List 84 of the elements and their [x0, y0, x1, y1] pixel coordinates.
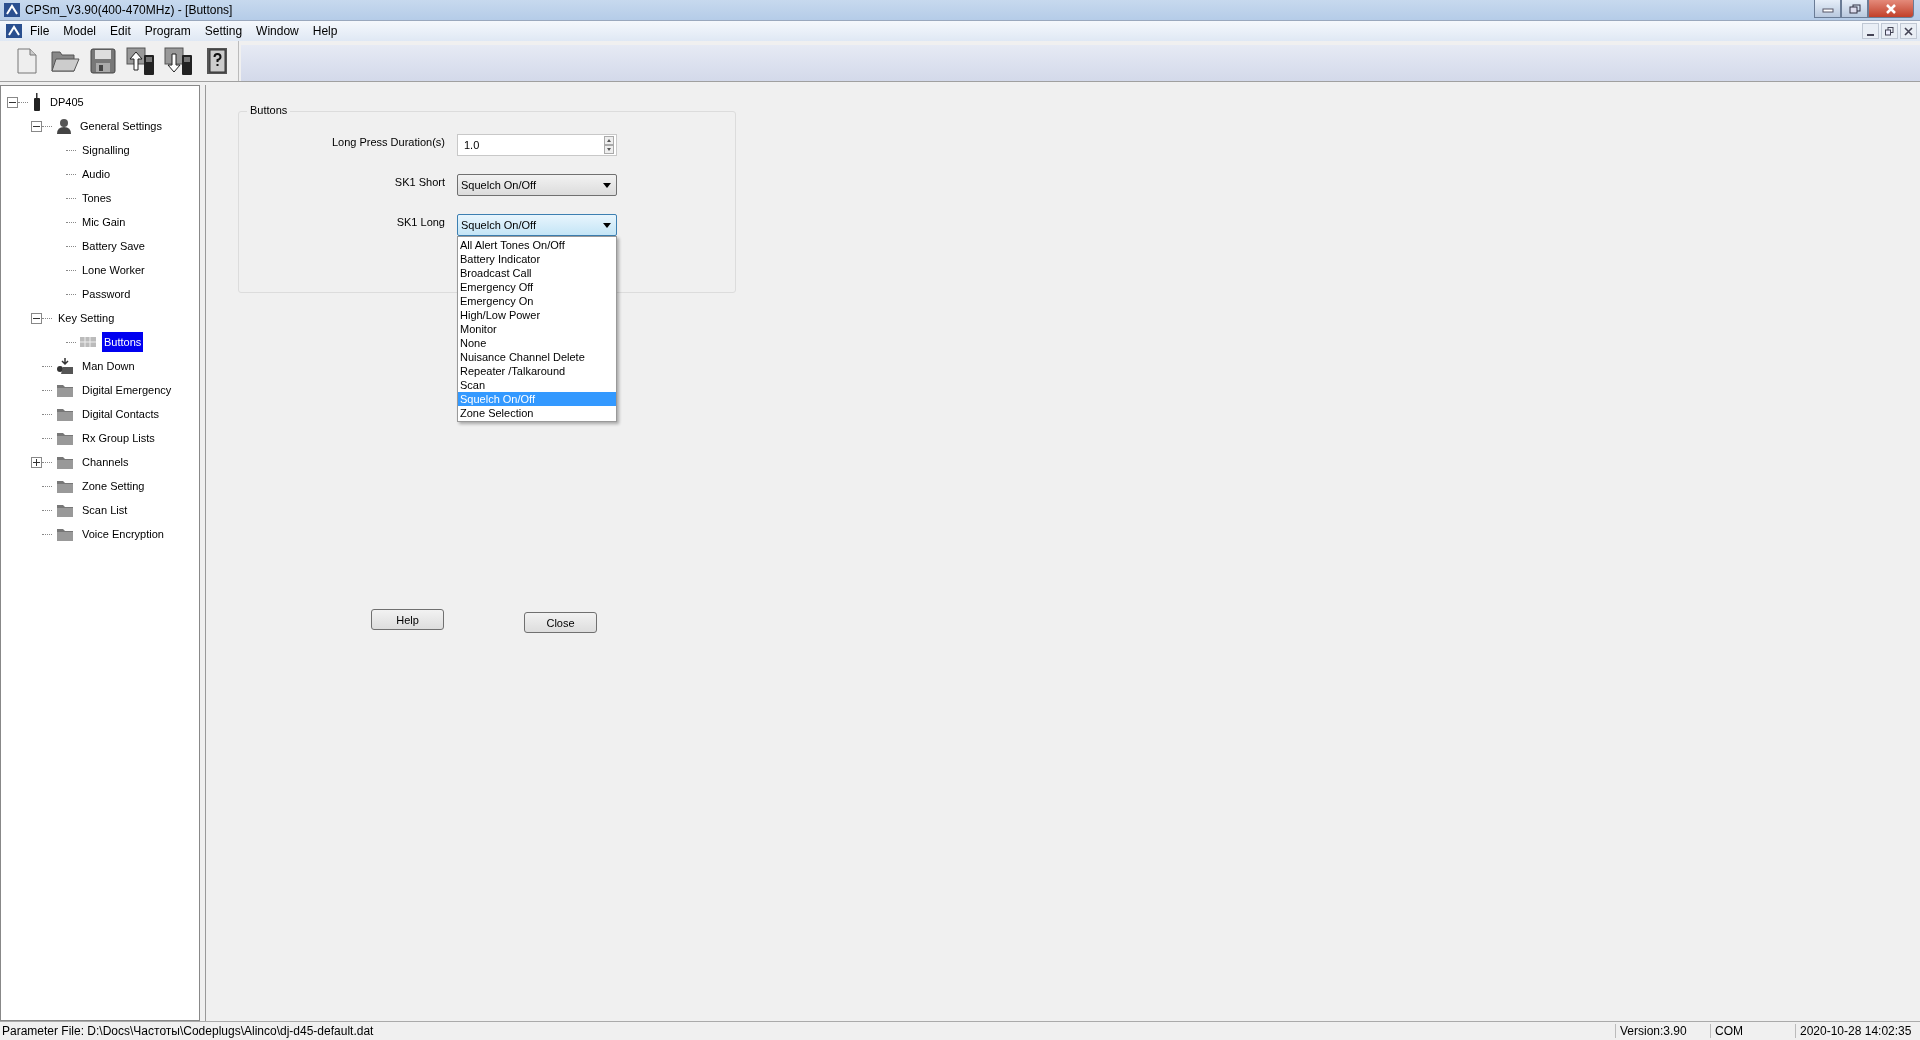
folder-icon	[56, 407, 74, 421]
folder-icon	[56, 455, 74, 469]
close-button[interactable]	[1900, 23, 1917, 39]
tree-item[interactable]: Battery Save	[80, 238, 147, 254]
window-title: CPSm_V3.90(400-470MHz) - [Buttons]	[25, 3, 233, 17]
person-down-icon	[56, 358, 74, 374]
minimize-button[interactable]	[1862, 23, 1879, 39]
app-icon	[6, 24, 22, 38]
spinner-arrows-icon[interactable]	[604, 136, 614, 154]
tree-item[interactable]: Man Down	[80, 358, 137, 374]
restore-button[interactable]	[1841, 0, 1868, 18]
folder-icon	[56, 383, 74, 397]
menu-item[interactable]: Model	[55, 24, 103, 38]
minimize-button[interactable]	[1814, 0, 1841, 18]
tree-item[interactable]: Password	[80, 286, 133, 302]
group-title: Buttons	[247, 104, 291, 116]
menu-item[interactable]: Help	[304, 24, 344, 38]
restore-icon	[1885, 26, 1894, 36]
dropdown-option[interactable]: Repeater /Talkaround	[458, 364, 616, 378]
caret-icon	[603, 182, 611, 188]
close-button[interactable]	[1868, 0, 1914, 18]
close-icon	[1885, 3, 1897, 14]
number-spinner[interactable]: 1.0	[457, 134, 617, 156]
tree-item[interactable]: Buttons	[102, 332, 144, 352]
status-text: COM	[1710, 1024, 1795, 1038]
menu-item[interactable]: File	[22, 24, 56, 38]
folder-icon	[56, 527, 74, 541]
dropdown-option[interactable]: Monitor	[458, 322, 616, 336]
dialog-button[interactable]: Help	[371, 609, 444, 630]
status-text: Version:3.90	[1615, 1024, 1710, 1038]
person-icon	[56, 118, 72, 134]
menu-item[interactable]: Edit	[102, 24, 137, 38]
plus-icon	[32, 457, 41, 467]
radio-icon	[32, 93, 42, 111]
dropdown-option[interactable]: Emergency Off	[458, 280, 616, 294]
tree-item[interactable]: Rx Group Lists	[80, 430, 157, 446]
dropdown[interactable]: Squelch On/Off	[457, 174, 617, 196]
menu-item[interactable]: Program	[136, 24, 197, 38]
restore-button[interactable]	[1881, 23, 1898, 39]
tree-item[interactable]: General Settings	[78, 118, 164, 134]
status-text: Parameter File: D:\Docs\Частоты\Codeplugs\Alinco\dj-d45-default.dat	[1, 1024, 374, 1038]
tree-item[interactable]: Digital Emergency	[80, 382, 174, 398]
status-text: 2020-10-28 14:02:35	[1795, 1024, 1920, 1038]
tree-item[interactable]: Digital Contacts	[80, 406, 162, 422]
folder-icon	[56, 503, 74, 517]
tree-item[interactable]: Mic Gain	[80, 214, 128, 230]
tree-item[interactable]: Signalling	[80, 142, 132, 158]
field-label: Long Press Duration(s)	[330, 135, 446, 148]
minimize-icon	[1867, 33, 1874, 36]
field-label: SK1 Long	[395, 215, 446, 228]
close-icon	[1904, 26, 1913, 36]
dropdown-option[interactable]: Battery Indicator	[458, 252, 616, 266]
expand-toggle[interactable]	[31, 456, 42, 468]
dropdown-option[interactable]: Emergency On	[458, 294, 616, 308]
restore-icon	[1848, 3, 1861, 14]
caret-icon	[603, 222, 611, 228]
tree-item[interactable]: Zone Setting	[80, 478, 147, 494]
tree-item[interactable]: Audio	[80, 166, 113, 182]
dropdown-option[interactable]: Scan	[458, 378, 616, 392]
dropdown-option[interactable]: Nuisance Channel Delete	[458, 350, 616, 364]
tree-item[interactable]: Scan List	[80, 502, 130, 518]
tree-item[interactable]: DP405	[48, 94, 86, 110]
dropdown-option[interactable]: All Alert Tones On/Off	[458, 238, 616, 252]
field-label: SK1 Short	[393, 175, 446, 188]
dropdown-option[interactable]: Broadcast Call	[458, 266, 616, 280]
dropdown[interactable]: Squelch On/Off	[457, 214, 617, 236]
dropdown-option[interactable]: Zone Selection	[458, 406, 616, 420]
folder-icon	[56, 431, 74, 445]
dropdown-option[interactable]: High/Low Power	[458, 308, 616, 322]
app-icon	[4, 3, 20, 17]
menu-item[interactable]: Window	[248, 24, 305, 38]
tree-item[interactable]: Lone Worker	[80, 262, 147, 278]
folder-icon	[56, 479, 74, 493]
grid-icon	[80, 337, 96, 347]
collapse-toggle[interactable]	[31, 312, 42, 324]
collapse-toggle[interactable]	[7, 96, 18, 108]
tree-item[interactable]: Channels	[80, 454, 131, 470]
tree-item[interactable]: Key Setting	[56, 310, 117, 326]
dialog-button[interactable]: Close	[524, 612, 597, 633]
menu-item[interactable]: Setting	[196, 24, 249, 38]
tree-item[interactable]: Voice Encryption	[80, 526, 166, 542]
tree-item[interactable]: Tones	[80, 190, 114, 206]
collapse-toggle[interactable]	[31, 120, 42, 132]
dropdown-option[interactable]: None	[458, 336, 616, 350]
